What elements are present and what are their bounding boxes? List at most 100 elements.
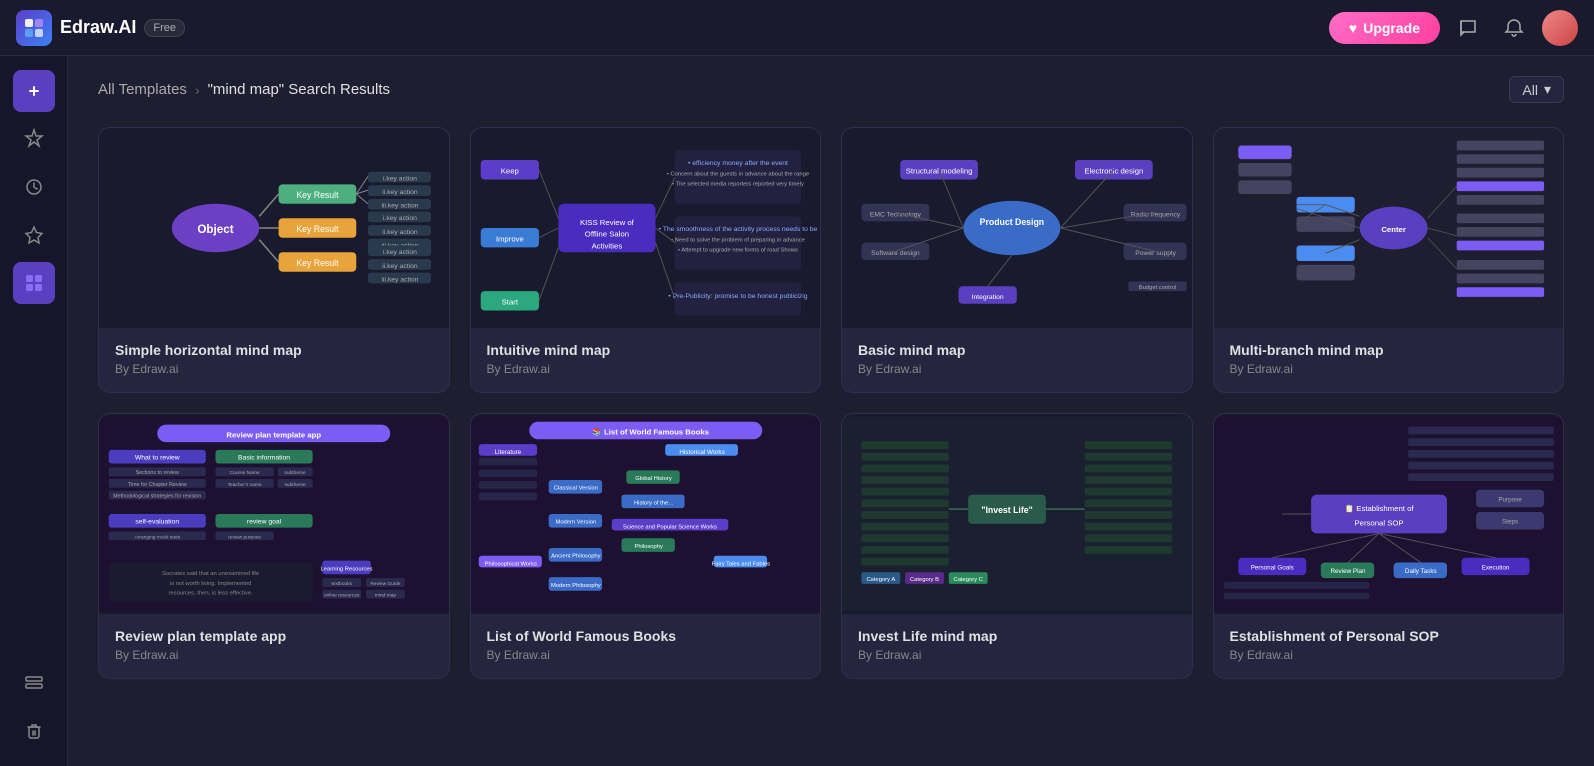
sidebar-item-new[interactable] bbox=[13, 70, 55, 112]
template-card-review-plan[interactable]: Review plan template app What to review … bbox=[98, 413, 450, 679]
svg-text:subtheme: subtheme bbox=[284, 482, 306, 488]
svg-text:Activities: Activities bbox=[591, 241, 622, 250]
template-author-8: By Edraw.ai bbox=[1230, 648, 1548, 662]
breadcrumb-all-templates[interactable]: All Templates bbox=[98, 81, 187, 98]
svg-text:Historical Works: Historical Works bbox=[679, 449, 724, 456]
svg-text:Time for Chapter Review: Time for Chapter Review bbox=[128, 482, 187, 488]
template-name-1: Simple horizontal mind map bbox=[115, 342, 433, 358]
template-author-1: By Edraw.ai bbox=[115, 362, 433, 376]
thumb-svg-8: 📋 Establishment of Personal SOP Purpose … bbox=[1214, 414, 1564, 614]
svg-text:Personal SOP: Personal SOP bbox=[1354, 519, 1403, 528]
svg-text:Learning Resources: Learning Resources bbox=[321, 566, 373, 572]
sidebar-item-stack[interactable] bbox=[13, 662, 55, 704]
svg-text:iii.key action: iii.key action bbox=[381, 203, 418, 210]
upgrade-icon: ♥ bbox=[1349, 20, 1357, 36]
svg-text:Teacher's name: Teacher's name bbox=[228, 482, 262, 488]
svg-text:i.key action: i.key action bbox=[383, 215, 417, 222]
templates-grid: Object Key Result Key Result Key Result bbox=[98, 127, 1564, 679]
template-info-3: Basic mind map By Edraw.ai bbox=[842, 328, 1192, 392]
thumb-svg-1: Object Key Result Key Result Key Result bbox=[99, 128, 449, 328]
svg-text:What to review: What to review bbox=[135, 455, 180, 462]
svg-text:Electronic design: Electronic design bbox=[1084, 167, 1143, 176]
sidebar-item-trash[interactable] bbox=[13, 710, 55, 752]
svg-text:Course Name: Course Name bbox=[230, 470, 260, 476]
svg-text:online resources: online resources bbox=[324, 593, 360, 599]
svg-text:Improve: Improve bbox=[495, 235, 523, 244]
svg-text:Category A: Category A bbox=[866, 577, 895, 583]
svg-text:Modern Philosophy: Modern Philosophy bbox=[550, 583, 600, 589]
user-avatar[interactable] bbox=[1542, 10, 1578, 46]
template-info-4: Multi-branch mind map By Edraw.ai bbox=[1214, 328, 1564, 392]
svg-text:Object: Object bbox=[197, 223, 233, 236]
svg-text:Offline Salon: Offline Salon bbox=[584, 230, 628, 239]
main-layout: All Templates › "mind map" Search Result… bbox=[0, 56, 1594, 766]
filter-dropdown[interactable]: All ▾ bbox=[1509, 76, 1564, 103]
svg-text:"Invest Life": "Invest Life" bbox=[981, 505, 1032, 515]
svg-text:Keep: Keep bbox=[500, 167, 518, 176]
svg-text:Literature: Literature bbox=[494, 449, 521, 456]
svg-text:resources, then, is less effec: resources, then, is less effective. bbox=[169, 591, 254, 597]
content-area: All Templates › "mind map" Search Result… bbox=[68, 56, 1594, 766]
template-card-personal-sop[interactable]: 📋 Establishment of Personal SOP Purpose … bbox=[1213, 413, 1565, 679]
svg-text:Basic information: Basic information bbox=[238, 455, 290, 462]
svg-text:Ancient Philosophy: Ancient Philosophy bbox=[551, 554, 601, 560]
svg-text:• Need to solve the problem of: • Need to solve the problem of preparing… bbox=[671, 238, 805, 244]
template-info-2: Intuitive mind map By Edraw.ai bbox=[471, 328, 821, 392]
svg-text:Science and Popular Science Wo: Science and Popular Science Works bbox=[623, 525, 717, 531]
svg-text:• The smoothness of the activi: • The smoothness of the activity process… bbox=[658, 226, 817, 233]
svg-text:Key Result: Key Result bbox=[296, 224, 339, 234]
svg-text:mind map: mind map bbox=[375, 593, 397, 599]
template-card-intuitive[interactable]: Keep Improve Start KISS Review of Offlin… bbox=[470, 127, 822, 393]
thumb-svg-7: "Invest Life" bbox=[842, 414, 1192, 614]
template-card-world-books[interactable]: 📚 List of World Famous Books Literature … bbox=[470, 413, 822, 679]
template-thumb-2: Keep Improve Start KISS Review of Offlin… bbox=[471, 128, 821, 328]
sidebar-item-recent[interactable] bbox=[13, 166, 55, 208]
svg-text:📚 List of World Famous Books: 📚 List of World Famous Books bbox=[592, 427, 709, 436]
svg-text:Product Design: Product Design bbox=[980, 217, 1044, 227]
template-card-invest-life[interactable]: "Invest Life" bbox=[841, 413, 1193, 679]
thumb-svg-5: Review plan template app What to review … bbox=[99, 414, 449, 614]
message-icon[interactable] bbox=[1450, 10, 1486, 46]
svg-text:i.key action: i.key action bbox=[383, 249, 417, 256]
template-card-basic[interactable]: Product Design Structural modeling EMC T… bbox=[841, 127, 1193, 393]
svg-text:Execution: Execution bbox=[1481, 564, 1509, 571]
svg-text:Center: Center bbox=[1381, 225, 1406, 234]
template-info-6: List of World Famous Books By Edraw.ai bbox=[471, 614, 821, 678]
logo-box bbox=[16, 10, 52, 46]
svg-text:Review plan template app: Review plan template app bbox=[226, 430, 321, 439]
svg-text:is not worth living. Implement: is not worth living. Implemented bbox=[170, 581, 251, 587]
notification-icon[interactable] bbox=[1496, 10, 1532, 46]
svg-text:Key Result: Key Result bbox=[296, 258, 339, 268]
sidebar-item-templates[interactable] bbox=[13, 262, 55, 304]
svg-text:Daily Tasks: Daily Tasks bbox=[1404, 568, 1436, 575]
svg-text:• Attempt to upgrade new forms: • Attempt to upgrade new forms of road S… bbox=[677, 247, 797, 253]
template-thumb-1: Object Key Result Key Result Key Result bbox=[99, 128, 449, 328]
template-info-7: Invest Life mind map By Edraw.ai bbox=[842, 614, 1192, 678]
upgrade-button[interactable]: ♥ Upgrade bbox=[1329, 12, 1440, 44]
svg-text:Modern Version: Modern Version bbox=[555, 520, 596, 526]
template-card-simple-horizontal[interactable]: Object Key Result Key Result Key Result bbox=[98, 127, 450, 393]
template-author-2: By Edraw.ai bbox=[487, 362, 805, 376]
thumb-svg-6: 📚 List of World Famous Books Literature … bbox=[471, 414, 821, 614]
left-sidebar bbox=[0, 56, 68, 766]
svg-text:review goal: review goal bbox=[247, 519, 282, 526]
template-thumb-3: Product Design Structural modeling EMC T… bbox=[842, 128, 1192, 328]
template-card-multi-branch[interactable]: Center bbox=[1213, 127, 1565, 393]
svg-text:Integration: Integration bbox=[972, 294, 1004, 301]
svg-text:KISS Review of: KISS Review of bbox=[579, 218, 634, 227]
svg-text:Budget control: Budget control bbox=[1139, 285, 1176, 291]
template-thumb-4: Center bbox=[1214, 128, 1564, 328]
logo-icon bbox=[23, 17, 45, 39]
sidebar-item-favorites[interactable] bbox=[13, 214, 55, 256]
template-thumb-7: "Invest Life" bbox=[842, 414, 1192, 614]
template-info-5: Review plan template app By Edraw.ai bbox=[99, 614, 449, 678]
template-name-2: Intuitive mind map bbox=[487, 342, 805, 358]
template-author-5: By Edraw.ai bbox=[115, 648, 433, 662]
svg-text:Power supply: Power supply bbox=[1135, 250, 1176, 257]
template-name-4: Multi-branch mind map bbox=[1230, 342, 1548, 358]
template-name-8: Establishment of Personal SOP bbox=[1230, 628, 1548, 644]
svg-text:iii.key action: iii.key action bbox=[381, 276, 418, 283]
filter-chevron: ▾ bbox=[1544, 81, 1551, 98]
sidebar-item-ai[interactable] bbox=[13, 118, 55, 160]
breadcrumb-current: "mind map" Search Results bbox=[208, 81, 390, 98]
